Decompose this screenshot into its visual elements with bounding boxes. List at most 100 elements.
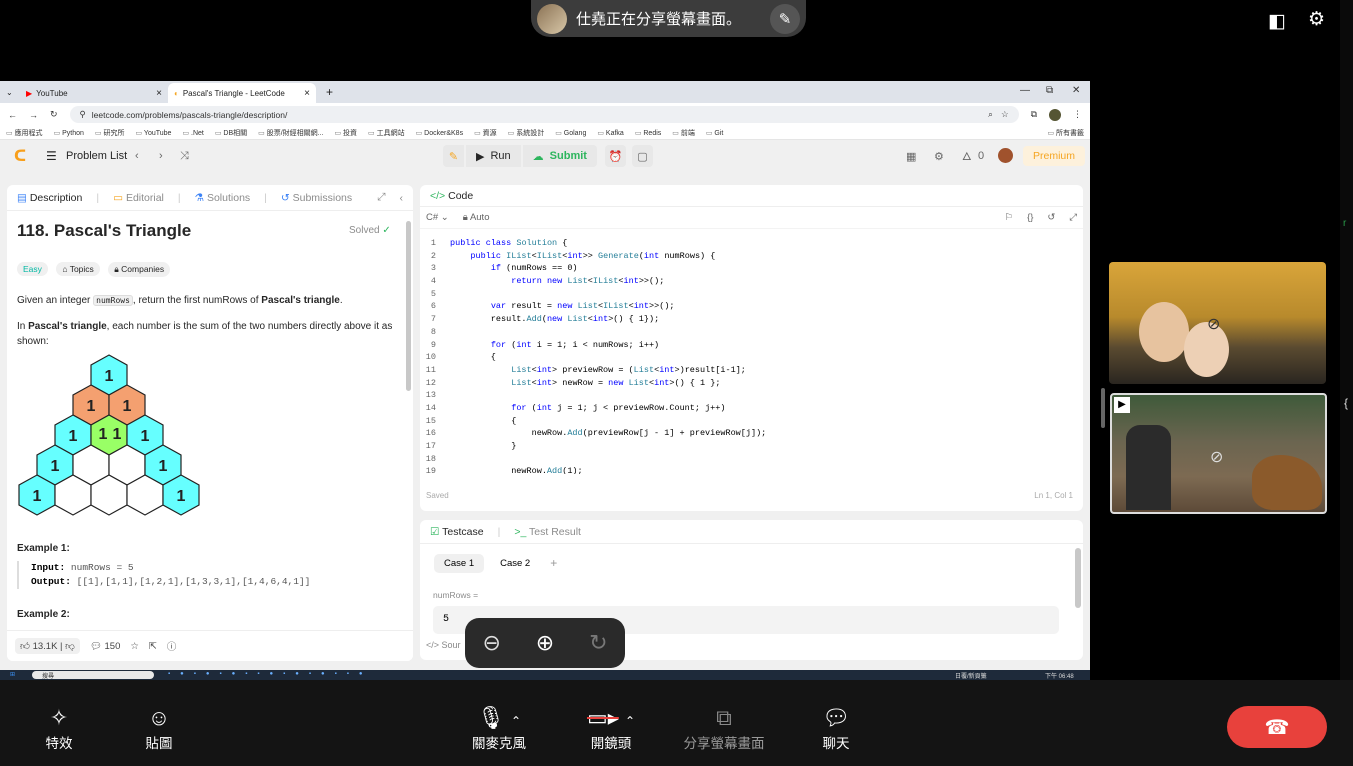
submit-button[interactable]: ☁ Submit — [522, 145, 597, 167]
code-line[interactable]: 15 { — [420, 416, 1070, 429]
comments-button[interactable]: 💬︎ 150 — [90, 641, 121, 652]
bookmark-item[interactable]: Docker&K8s — [416, 129, 463, 137]
code-line[interactable]: 14 for (int j = 1; j < previewRow.Count;… — [420, 403, 1070, 416]
code-editor[interactable]: 1 public class Solution {2 public IList<I… — [420, 234, 1070, 474]
bookmark-item[interactable]: 股票/財經相關網... — [258, 128, 324, 138]
taskbar-app-icons[interactable]: ▪●▪●▪●▪▪●▪●▪●▪▪● — [168, 671, 373, 677]
language-select[interactable]: C# ⌄ — [426, 212, 449, 223]
layout-toggle-icon[interactable]: ◧ — [1268, 10, 1286, 33]
source-tab[interactable]: </> Sour — [426, 640, 461, 650]
profile-avatar[interactable] — [1049, 108, 1061, 121]
settings-icon[interactable]: ⚙ — [934, 150, 944, 163]
description-scrollbar[interactable] — [406, 221, 411, 391]
code-line[interactable]: 13 — [420, 390, 1070, 403]
video-pin-icon[interactable]: ▶ — [1114, 397, 1130, 413]
code-line[interactable]: 10 { — [420, 352, 1070, 365]
bookmark-item[interactable]: Redis — [635, 129, 661, 137]
case-1-tab[interactable]: Case 1 — [434, 554, 485, 573]
run-button[interactable]: ▶ Run — [466, 145, 521, 167]
code-line[interactable]: 11 List<int> previewRow = (List<int>)res… — [420, 365, 1070, 378]
bookmark-item[interactable]: Python — [54, 129, 84, 137]
bookmark-item[interactable]: Kafka — [597, 129, 624, 137]
testcase-scrollbar[interactable] — [1075, 548, 1081, 608]
zoom-icon[interactable]: ⌕ — [988, 109, 993, 120]
fullscreen-icon[interactable]: ⤢ — [1069, 212, 1077, 223]
participant-video-tile[interactable]: ⊘ — [1109, 262, 1326, 384]
bookmark-item[interactable]: 應用程式 — [6, 128, 43, 138]
bookmark-item[interactable]: YouTube — [135, 129, 172, 137]
tab-code[interactable]: </> Code — [430, 190, 473, 202]
tab-test-result[interactable]: >_ Test Result — [514, 526, 581, 538]
bookmark-item[interactable]: .Net — [182, 129, 204, 137]
code-line[interactable]: 16 newRow.Add(previewRow[j - 1] + previe… — [420, 428, 1070, 441]
url-field[interactable]: ⚲ leetcode.com/problems/pascals-triangle… — [69, 106, 1019, 123]
code-line[interactable]: 8 — [420, 327, 1070, 340]
share-screen-button[interactable]: ⧉ 分享螢幕畫面 — [674, 704, 774, 752]
timer-icon[interactable]: ⏰ — [604, 145, 626, 167]
chat-button[interactable]: 💬︎ 聊天 — [786, 704, 886, 752]
camera-button[interactable]: ▭▸ ⌃ 開鏡頭 — [561, 704, 661, 752]
close-window-icon[interactable]: ✕ — [1072, 85, 1080, 96]
chevron-up-icon[interactable]: ⌃ — [625, 714, 635, 728]
notes-icon[interactable]: ▢ — [631, 145, 653, 167]
collapse-icon[interactable]: ‹ — [400, 192, 404, 204]
site-info-icon[interactable]: ⚲ — [80, 109, 86, 120]
self-video-tile[interactable]: ▶ ⊘ — [1110, 393, 1327, 514]
tab-search-icon[interactable]: ⌄ — [0, 88, 20, 97]
bookmark-item[interactable]: 工具網站 — [368, 128, 405, 138]
tab-description[interactable]: ▤ Description — [17, 192, 82, 204]
windows-start-icon[interactable]: ⊞ — [10, 671, 15, 678]
close-tab-icon[interactable]: × — [304, 88, 310, 99]
end-call-button[interactable]: ☎ — [1227, 706, 1327, 748]
bookmark-item[interactable]: 系統設計 — [508, 128, 544, 138]
tab-submissions[interactable]: ↺ Submissions — [281, 192, 352, 204]
shuffle-icon[interactable]: ⤨ — [180, 150, 189, 163]
user-avatar[interactable] — [998, 148, 1013, 163]
prev-problem-icon[interactable]: ‹ — [135, 150, 139, 162]
code-line[interactable]: 7 result.Add(new List<int>() { 1}); — [420, 314, 1070, 327]
bookmark-item[interactable]: Golang — [555, 129, 587, 137]
problem-list-link[interactable]: Problem List — [66, 150, 127, 162]
like-button[interactable]: 👍︎ 13.1K | 👎︎ — [15, 638, 80, 654]
new-tab-button[interactable]: + — [316, 85, 333, 99]
code-line[interactable]: 6 var result = new List<IList<int>>(); — [420, 301, 1070, 314]
close-tab-icon[interactable]: × — [156, 88, 162, 99]
forward-icon[interactable]: → — [29, 110, 38, 120]
tab-leetcode[interactable]: ◐ Pascal's Triangle - LeetCode × — [168, 83, 316, 103]
menu-icon[interactable]: ⋮ — [1073, 109, 1082, 120]
code-line[interactable]: 2 public IList<IList<int>> Generate(int … — [420, 251, 1070, 264]
zoom-in-icon[interactable]: ⊕ — [536, 630, 554, 656]
layout-icon[interactable]: ▦ — [906, 150, 916, 163]
back-icon[interactable]: ← — [8, 110, 17, 120]
reload-icon[interactable]: ↻ — [50, 109, 58, 120]
leetcode-logo-icon[interactable]: ᑕ — [14, 147, 26, 165]
bookmark-icon[interactable]: ⚐ — [1005, 212, 1014, 223]
stickers-button[interactable]: ☺ 貼圖 — [109, 704, 209, 752]
zoom-out-icon[interactable]: ⊖ — [482, 630, 500, 656]
premium-button[interactable]: Premium — [1023, 146, 1086, 166]
code-line[interactable]: 12 List<int> newRow = new List<int>() { … — [420, 378, 1070, 391]
share-icon[interactable]: ⇱ — [149, 641, 157, 652]
effects-button[interactable]: ✧ 特效 — [9, 704, 109, 752]
code-line[interactable]: 4 return new List<IList<int>>(); — [420, 276, 1070, 289]
favorite-star-icon[interactable]: ☆ — [130, 641, 139, 652]
help-icon[interactable]: ⓘ — [167, 639, 177, 653]
next-problem-icon[interactable]: › — [159, 150, 163, 162]
restore-icon[interactable]: ⧉ — [1046, 85, 1053, 96]
auto-mode[interactable]: 🔒︎ Auto — [463, 212, 490, 223]
topics-tag[interactable]: ⌂ Topics — [56, 262, 100, 276]
bookmark-item[interactable]: 資源 — [474, 128, 497, 138]
chevron-up-icon[interactable]: ⌃ — [511, 714, 521, 728]
settings-gear-icon[interactable]: ⚙ — [1308, 8, 1325, 31]
code-line[interactable]: 19 newRow.Add(1); — [420, 466, 1070, 474]
code-line[interactable]: 18 — [420, 454, 1070, 467]
format-icon[interactable]: {} — [1027, 212, 1033, 223]
rotate-icon[interactable]: ↻ — [589, 630, 607, 656]
ime-indicator[interactable]: 日覆/新頁籤 — [955, 671, 987, 680]
taskbar-search[interactable]: 搜尋 — [32, 671, 154, 680]
tab-editorial[interactable]: ▭ Editorial — [113, 192, 164, 204]
mic-button[interactable]: 🎙︎ ⌃ 關麥克風 — [449, 704, 549, 752]
case-2-tab[interactable]: Case 2 — [492, 554, 538, 573]
reset-icon[interactable]: ↺ — [1047, 212, 1055, 223]
expand-icon[interactable]: ⤢ — [377, 191, 385, 204]
